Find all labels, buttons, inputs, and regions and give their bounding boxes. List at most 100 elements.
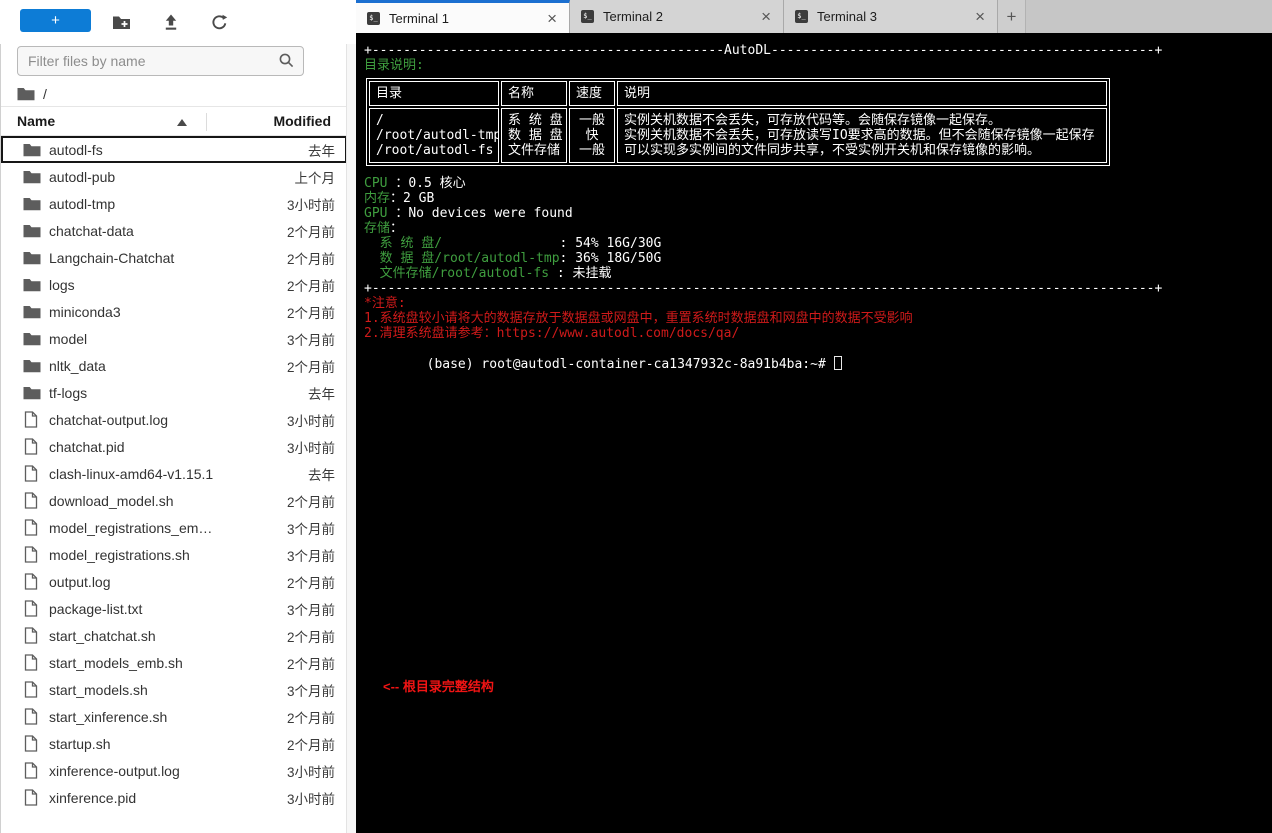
file-name: xinference-output.log (49, 762, 180, 779)
file-row[interactable]: chatchat-data 2个月前 (1, 217, 347, 244)
file-row[interactable]: autodl-fs 去年 (1, 136, 347, 163)
breadcrumb[interactable]: / (17, 82, 47, 106)
file-row[interactable]: chatchat.pid 3小时前 (1, 433, 347, 460)
upload-icon[interactable] (160, 11, 182, 33)
close-tab-icon[interactable]: × (547, 10, 557, 27)
file-row[interactable]: nltk_data 2个月前 (1, 352, 347, 379)
file-modified: 2个月前 (286, 629, 335, 645)
file-row[interactable]: package-list.txt 3个月前 (1, 595, 347, 622)
file-modified: 2个月前 (286, 710, 335, 726)
filter-files-input[interactable] (17, 46, 304, 76)
file-manager-content: / Name Modified autodl-fs 去年 autodl-pub … (0, 44, 356, 833)
file-row[interactable]: logs 2个月前 (1, 271, 347, 298)
terminal-icon: $_ (367, 11, 380, 25)
file-modified: 去年 (308, 143, 335, 159)
file-name: output.log (49, 573, 111, 590)
file-modified: 2个月前 (286, 278, 335, 294)
file-name: tf-logs (49, 384, 88, 401)
file-list-scrollbar[interactable] (346, 44, 356, 833)
file-row[interactable]: output.log 2个月前 (1, 568, 347, 595)
file-modified: 2个月前 (286, 224, 335, 240)
terminal-tab-label: Terminal 3 (817, 9, 877, 24)
file-name: xinference.pid (49, 789, 137, 806)
terminal-tab[interactable]: $_ Terminal 2 × (570, 0, 784, 33)
sort-ascending-icon (177, 119, 187, 126)
dir-table-header: 目录 (369, 81, 499, 106)
folder-icon (23, 143, 41, 157)
file-name: model (49, 330, 88, 347)
terminal-banner-bottom-border: +---------------------------------------… (364, 281, 1163, 296)
file-row[interactable]: autodl-tmp 3小时前 (1, 190, 347, 217)
file-row[interactable]: startup.sh 2个月前 (1, 730, 347, 757)
file-row[interactable]: tf-logs 去年 (1, 379, 347, 406)
storage-info-lines: 系 统 盘/ : 54% 16G/30G 数 据 盘/root/autodl-t… (364, 236, 1264, 281)
column-header-modified[interactable]: Modified (273, 113, 331, 129)
file-manager-panel: + Filter files by name / Name Modified a… (0, 0, 356, 833)
new-folder-icon[interactable] (110, 11, 132, 33)
folder-icon (23, 197, 41, 211)
file-row[interactable]: xinference.pid 3小时前 (1, 784, 347, 811)
file-row[interactable]: autodl-pub 上个月 (1, 163, 347, 190)
file-modified: 去年 (308, 467, 335, 483)
file-modified: 2个月前 (286, 494, 335, 510)
new-tab-button[interactable]: + (998, 0, 1026, 33)
column-header-name[interactable]: Name (17, 113, 55, 129)
file-icon (23, 438, 41, 455)
breadcrumb-path: / (43, 86, 47, 102)
file-row[interactable]: start_models_emb.sh 2个月前 (1, 649, 347, 676)
file-modified: 2个月前 (286, 251, 335, 267)
refresh-icon[interactable] (208, 11, 230, 33)
file-row[interactable]: Langchain-Chatchat 2个月前 (1, 244, 347, 271)
terminal-tab-label: Terminal 2 (603, 9, 663, 24)
folder-icon (23, 386, 41, 400)
file-row[interactable]: chatchat-output.log 3小时前 (1, 406, 347, 433)
file-icon (23, 681, 41, 698)
system-info-line: 内存：2 GB (364, 191, 435, 206)
file-icon (23, 465, 41, 482)
file-row[interactable]: download_model.sh 2个月前 (1, 487, 347, 514)
file-row[interactable]: model_registrations.sh 3个月前 (1, 541, 347, 568)
file-name: startup.sh (49, 735, 111, 752)
file-row[interactable]: clash-linux-amd64-v1.15.1 去年 (1, 460, 347, 487)
folder-icon (23, 251, 41, 265)
folder-icon (17, 88, 35, 101)
file-modified: 3小时前 (286, 791, 335, 807)
file-modified: 3小时前 (286, 764, 335, 780)
new-button[interactable]: + (20, 9, 91, 32)
dir-table-header: 速度 (569, 81, 615, 106)
file-row[interactable]: xinference-output.log 3小时前 (1, 757, 347, 784)
file-row[interactable]: start_xinference.sh 2个月前 (1, 703, 347, 730)
close-tab-icon[interactable]: × (761, 8, 771, 25)
file-modified: 去年 (308, 386, 335, 402)
dir-table-cell-name: 系 统 盘 数 据 盘 文件存储 (501, 108, 567, 163)
file-icon (23, 600, 41, 617)
system-info-lines: CPU ：0.5 核心 内存：2 GB GPU ：No devices were f… (364, 176, 1264, 236)
file-modified: 3个月前 (286, 683, 335, 699)
file-row[interactable]: start_chatchat.sh 2个月前 (1, 622, 347, 649)
storage-line: 系 统 盘/ : 54% 16G/30G (364, 236, 662, 251)
terminal-banner-top-border: +---------------------------------------… (364, 43, 1163, 58)
app-window: + Filter files by name / Name Modified a… (0, 0, 1272, 833)
storage-line: 文件存储/root/autodl-fs : 未挂载 (364, 266, 612, 281)
file-row[interactable]: model_registrations_em… 3个月前 (1, 514, 347, 541)
file-row[interactable]: miniconda3 2个月前 (1, 298, 347, 325)
close-tab-icon[interactable]: × (975, 8, 985, 25)
file-modified: 3个月前 (286, 548, 335, 564)
file-icon (23, 735, 41, 752)
file-row[interactable]: start_models.sh 3个月前 (1, 676, 347, 703)
file-manager-toolbar: + (0, 0, 356, 44)
dir-table-cell-dir: / /root/autodl-tmp /root/autodl-fs (369, 108, 499, 163)
file-modified: 2个月前 (286, 656, 335, 672)
terminal-tab[interactable]: $_ Terminal 1 × (356, 0, 570, 33)
dir-table-header: 说明 (617, 81, 1107, 106)
file-name: chatchat.pid (49, 438, 125, 455)
file-icon (23, 411, 41, 428)
file-name: chatchat-data (49, 222, 134, 239)
file-row[interactable]: model 3个月前 (1, 325, 347, 352)
file-name: model_registrations.sh (49, 546, 190, 563)
terminal-tab[interactable]: $_ Terminal 3 × (784, 0, 998, 33)
system-info-line: 存储： (364, 221, 404, 236)
file-modified: 2个月前 (286, 737, 335, 753)
terminal-screen[interactable]: +---------------------------------------… (356, 33, 1272, 833)
terminal-panel: $_ Terminal 1 × $_ Terminal 2 × $_ Termi… (356, 0, 1272, 833)
